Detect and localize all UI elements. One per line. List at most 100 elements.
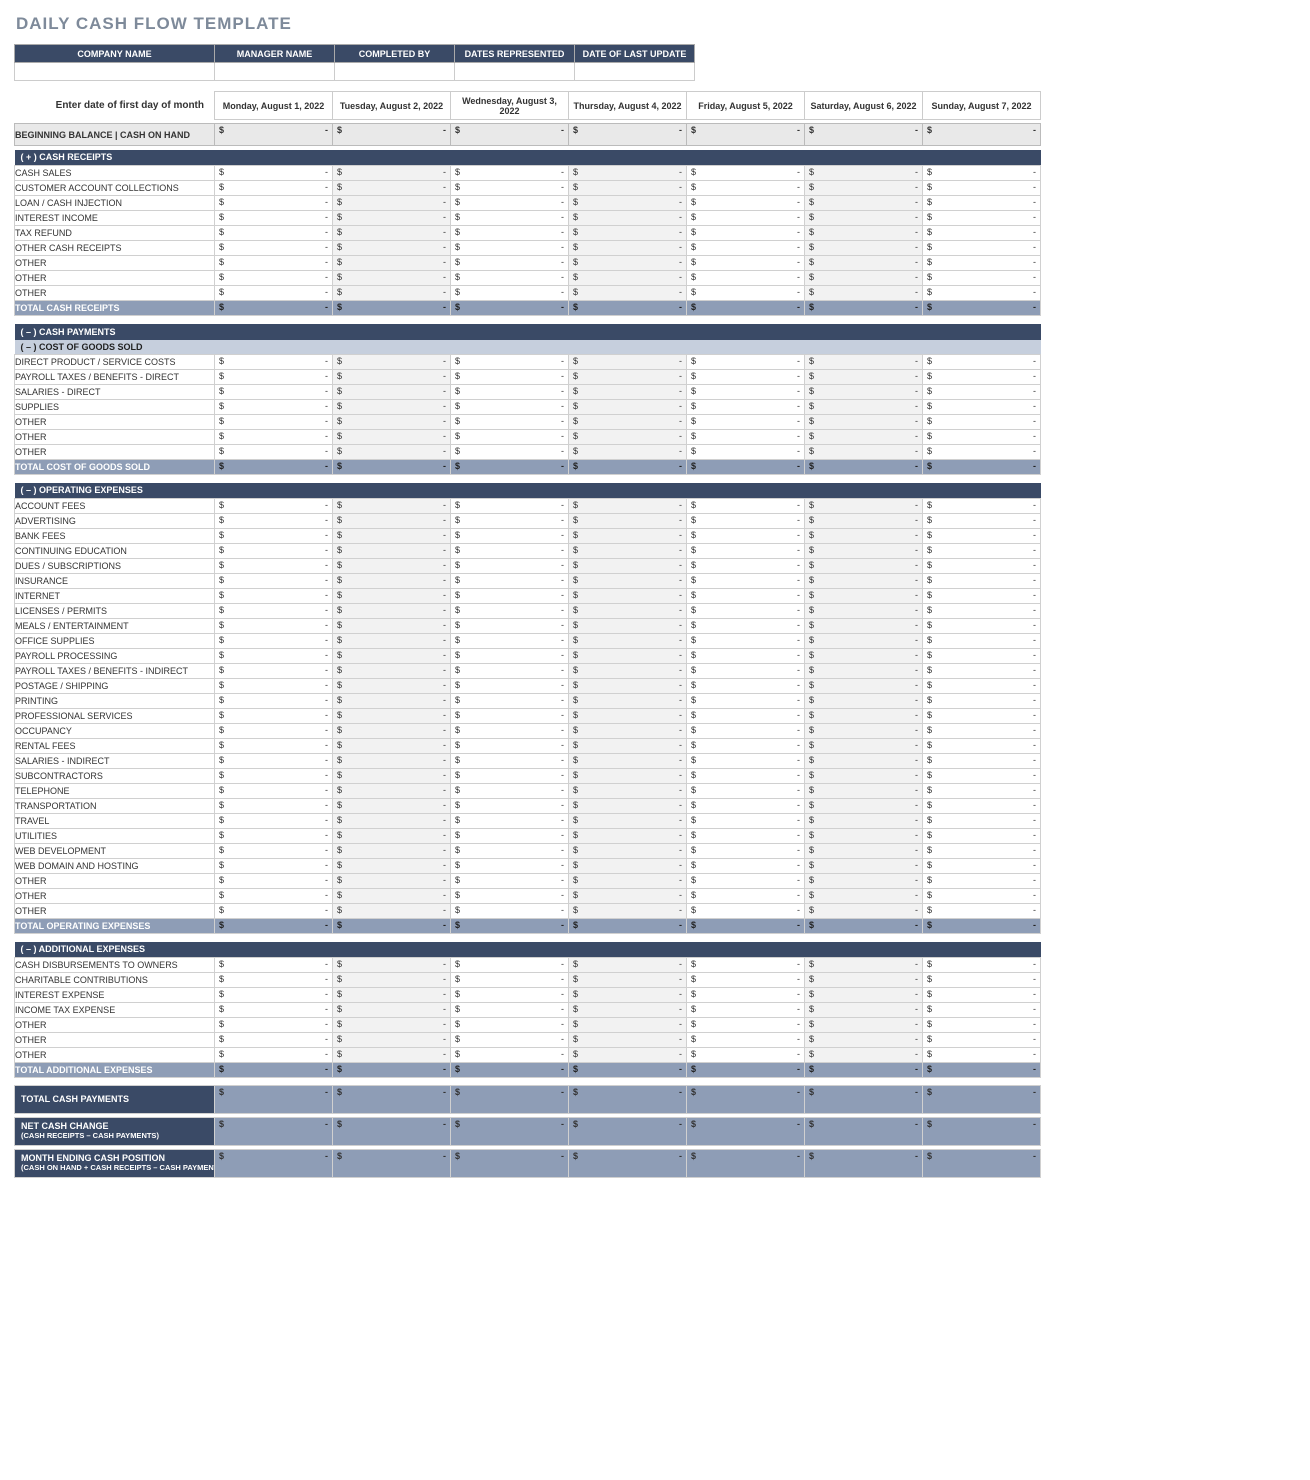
amount-cell[interactable]: $- (333, 973, 451, 988)
amount-cell[interactable]: $- (451, 784, 569, 799)
amount-cell[interactable]: $- (569, 784, 687, 799)
amount-cell[interactable]: $- (569, 844, 687, 859)
amount-cell[interactable]: $- (451, 355, 569, 370)
amount-cell[interactable]: $- (451, 196, 569, 211)
amount-cell[interactable]: $- (805, 415, 923, 430)
amount-cell[interactable]: $- (687, 769, 805, 784)
amount-cell[interactable]: $- (569, 385, 687, 400)
amount-cell[interactable]: $- (687, 529, 805, 544)
amount-cell[interactable]: $- (923, 829, 1041, 844)
amount-cell[interactable]: $- (687, 370, 805, 385)
amount-cell[interactable]: $- (333, 1033, 451, 1048)
amount-cell[interactable]: $- (215, 988, 333, 1003)
amount-cell[interactable]: $- (923, 445, 1041, 460)
amount-cell[interactable]: $- (687, 514, 805, 529)
amount-cell[interactable]: $- (805, 499, 923, 514)
amount-cell[interactable]: $- (923, 1048, 1041, 1063)
amount-cell[interactable]: $- (215, 241, 333, 256)
amount-cell[interactable]: $- (451, 1003, 569, 1018)
amount-cell[interactable]: $- (333, 988, 451, 1003)
amount-cell[interactable]: $- (805, 1003, 923, 1018)
amount-cell[interactable]: $- (451, 430, 569, 445)
amount-cell[interactable]: $- (451, 1033, 569, 1048)
amount-cell[interactable]: $- (569, 664, 687, 679)
amount-cell[interactable]: $- (687, 1048, 805, 1063)
amount-cell[interactable]: $- (569, 889, 687, 904)
amount-cell[interactable]: $- (805, 844, 923, 859)
amount-cell[interactable]: $- (805, 355, 923, 370)
amount-cell[interactable]: $- (923, 988, 1041, 1003)
amount-cell[interactable]: $- (923, 355, 1041, 370)
amount-cell[interactable]: $- (569, 958, 687, 973)
amount-cell[interactable]: $- (687, 430, 805, 445)
amount-cell[interactable]: $- (687, 124, 805, 146)
amount-cell[interactable]: $- (215, 859, 333, 874)
amount-cell[interactable]: $- (451, 166, 569, 181)
amount-cell[interactable]: $- (687, 679, 805, 694)
amount-cell[interactable]: $- (805, 559, 923, 574)
amount-cell[interactable]: $- (805, 445, 923, 460)
amount-cell[interactable]: $- (687, 709, 805, 724)
amount-cell[interactable]: $- (451, 889, 569, 904)
amount-cell[interactable]: $- (805, 859, 923, 874)
amount-cell[interactable]: $- (805, 634, 923, 649)
amount-cell[interactable]: $- (687, 829, 805, 844)
amount-cell[interactable]: $- (805, 604, 923, 619)
amount-cell[interactable]: $- (805, 1048, 923, 1063)
amount-cell[interactable]: $- (215, 844, 333, 859)
amount-cell[interactable]: $- (805, 211, 923, 226)
amount-cell[interactable]: $- (451, 799, 569, 814)
amount-cell[interactable]: $- (215, 271, 333, 286)
amount-cell[interactable]: $- (805, 196, 923, 211)
amount-cell[interactable]: $- (687, 355, 805, 370)
amount-cell[interactable]: $- (569, 679, 687, 694)
amount-cell[interactable]: $- (215, 226, 333, 241)
amount-cell[interactable]: $- (687, 415, 805, 430)
amount-cell[interactable]: $- (451, 904, 569, 919)
amount-cell[interactable]: $- (569, 574, 687, 589)
amount-cell[interactable]: $- (333, 445, 451, 460)
amount-cell[interactable]: $- (687, 973, 805, 988)
amount-cell[interactable]: $- (451, 499, 569, 514)
amount-cell[interactable]: $- (687, 256, 805, 271)
amount-cell[interactable]: $- (687, 1003, 805, 1018)
amount-cell[interactable]: $- (805, 589, 923, 604)
amount-cell[interactable]: $- (923, 271, 1041, 286)
amount-cell[interactable]: $- (805, 694, 923, 709)
amount-cell[interactable]: $- (687, 814, 805, 829)
amount-cell[interactable]: $- (923, 196, 1041, 211)
amount-cell[interactable]: $- (923, 415, 1041, 430)
amount-cell[interactable]: $- (451, 286, 569, 301)
amount-cell[interactable]: $- (333, 829, 451, 844)
amount-cell[interactable]: $- (923, 1003, 1041, 1018)
amount-cell[interactable]: $- (923, 724, 1041, 739)
amount-cell[interactable]: $- (333, 619, 451, 634)
amount-cell[interactable]: $- (687, 226, 805, 241)
amount-cell[interactable]: $- (333, 1003, 451, 1018)
amount-cell[interactable]: $- (805, 574, 923, 589)
amount-cell[interactable]: $- (451, 574, 569, 589)
amount-cell[interactable]: $- (569, 874, 687, 889)
amount-cell[interactable]: $- (569, 634, 687, 649)
amount-cell[interactable]: $- (451, 859, 569, 874)
amount-cell[interactable]: $- (569, 370, 687, 385)
amount-cell[interactable]: $- (805, 784, 923, 799)
amount-cell[interactable]: $- (215, 634, 333, 649)
amount-cell[interactable]: $- (923, 859, 1041, 874)
amount-cell[interactable]: $- (451, 1048, 569, 1063)
amount-cell[interactable]: $- (215, 784, 333, 799)
amount-cell[interactable]: $- (333, 958, 451, 973)
amount-cell[interactable]: $- (215, 1033, 333, 1048)
amount-cell[interactable]: $- (687, 499, 805, 514)
amount-cell[interactable]: $- (569, 799, 687, 814)
amount-cell[interactable]: $- (687, 241, 805, 256)
amount-cell[interactable]: $- (451, 604, 569, 619)
amount-cell[interactable]: $- (569, 1003, 687, 1018)
amount-cell[interactable]: $- (215, 514, 333, 529)
amount-cell[interactable]: $- (923, 844, 1041, 859)
amount-cell[interactable]: $- (805, 544, 923, 559)
amount-cell[interactable]: $- (687, 694, 805, 709)
amount-cell[interactable]: $- (333, 286, 451, 301)
amount-cell[interactable]: $- (333, 256, 451, 271)
amount-cell[interactable]: $- (569, 814, 687, 829)
